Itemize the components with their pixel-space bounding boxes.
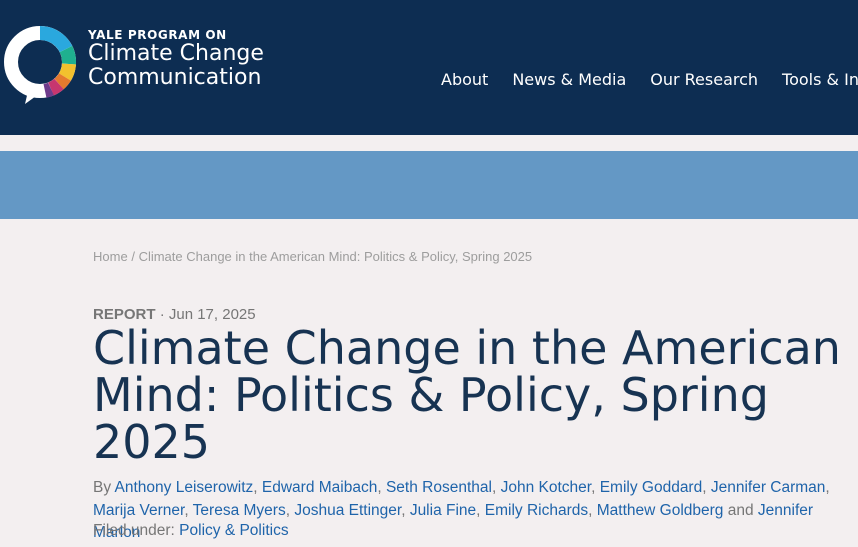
breadcrumb-home[interactable]: Home — [93, 249, 128, 264]
author-link[interactable]: Anthony Leiserowitz — [115, 479, 254, 496]
author-link[interactable]: Seth Rosenthal — [386, 479, 492, 496]
site-header: YALE PROGRAM ON Climate Change Communica… — [0, 0, 858, 135]
author-link[interactable]: Julia Fine — [410, 502, 476, 519]
site-logo-text[interactable]: YALE PROGRAM ON Climate Change Communica… — [88, 28, 264, 90]
filed-under: Filed under: Policy & Politics — [93, 522, 289, 540]
logo-line-1: Climate Change — [88, 41, 264, 66]
hero-band — [0, 151, 858, 219]
logo-line-2: Communication — [88, 65, 262, 90]
author-link[interactable]: Emily Richards — [485, 502, 588, 519]
filed-under-label: Filed under: — [93, 522, 175, 539]
author-link[interactable]: Joshua Ettinger — [294, 502, 401, 519]
filed-under-link[interactable]: Policy & Politics — [179, 522, 288, 539]
breadcrumb-separator: / — [131, 249, 135, 264]
by-label: By — [93, 479, 112, 496]
author-link[interactable]: Emily Goddard — [600, 479, 703, 496]
nav-our-research[interactable]: Our Research — [650, 70, 758, 89]
nav-news-media[interactable]: News & Media — [512, 70, 626, 89]
breadcrumb-current: Climate Change in the American Mind: Pol… — [138, 249, 533, 264]
author-link[interactable]: Edward Maibach — [262, 479, 377, 496]
nav-tools[interactable]: Tools & In — [782, 70, 858, 89]
breadcrumb: Home / Climate Change in the American Mi… — [93, 249, 532, 264]
author-link[interactable]: Jennifer Carman — [711, 479, 826, 496]
and-label: and — [727, 501, 754, 519]
author-link[interactable]: Teresa Myers — [193, 502, 286, 519]
main-nav: About News & Media Our Research Tools & In — [441, 70, 858, 90]
author-link[interactable]: Marija Verner — [93, 502, 184, 519]
page-title: Climate Change in the American Mind: Pol… — [93, 321, 841, 469]
yccc-logo-icon[interactable] — [3, 22, 77, 106]
logo-kicker: YALE PROGRAM ON — [88, 28, 227, 42]
author-link[interactable]: Matthew Goldberg — [597, 502, 724, 519]
author-link[interactable]: John Kotcher — [501, 479, 591, 496]
nav-about[interactable]: About — [441, 70, 488, 89]
